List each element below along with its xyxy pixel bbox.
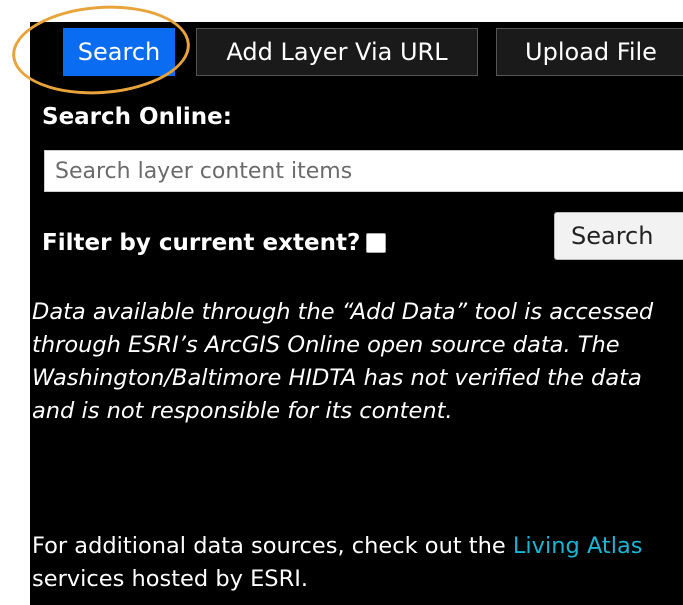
tab-add-layer-via-url[interactable]: Add Layer Via URL xyxy=(196,28,478,76)
footer-suffix: services hosted by ESRI. xyxy=(32,566,308,592)
filter-extent-label: Filter by current extent? xyxy=(42,230,361,256)
tab-upload-file[interactable]: Upload File xyxy=(496,28,683,76)
filter-extent-checkbox[interactable] xyxy=(366,233,387,253)
footer-prefix: For additional data sources, check out t… xyxy=(32,533,506,559)
search-button[interactable]: Search xyxy=(554,212,683,260)
search-input[interactable] xyxy=(44,150,683,192)
search-online-label: Search Online: xyxy=(42,104,232,130)
disclaimer-text: Data available through the “Add Data” to… xyxy=(32,299,654,424)
filter-row: Filter by current extent? xyxy=(42,227,387,259)
tab-bar: Search Add Layer Via URL Upload File xyxy=(30,22,683,80)
living-atlas-link[interactable]: Living Atlas xyxy=(513,533,643,559)
tab-search[interactable]: Search xyxy=(63,28,175,76)
footer-text: For additional data sources, check out t… xyxy=(32,530,682,596)
add-data-panel: Search Add Layer Via URL Upload File Sea… xyxy=(30,22,683,605)
